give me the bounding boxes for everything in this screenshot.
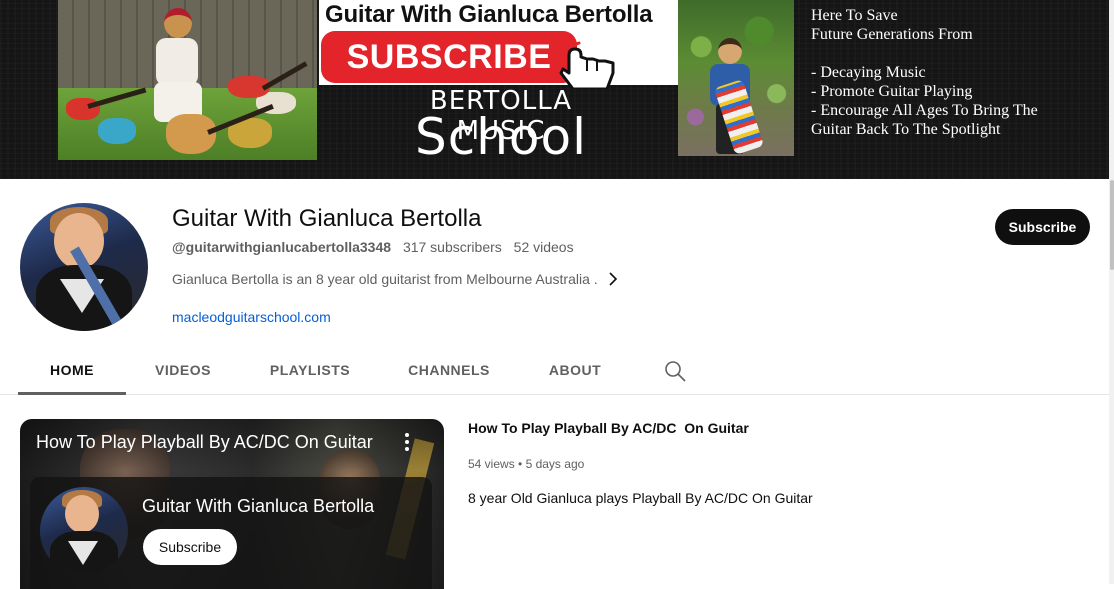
banner-line: Guitar Back To The Spotlight <box>811 121 1001 138</box>
banner-subscribe-panel: Guitar With Gianluca Bertolla SUBSCRIBE … <box>319 0 679 179</box>
tab-channels[interactable]: CHANNELS <box>400 348 498 395</box>
scrollbar-thumb[interactable] <box>1110 180 1114 270</box>
channel-tabs: HOME VIDEOS PLAYLISTS CHANNELS ABOUT <box>0 348 1109 395</box>
channel-title: Guitar With Gianluca Bertolla <box>172 205 482 232</box>
banner-mission-text: Here To Save Future Generations From - D… <box>811 6 1101 139</box>
channel-handle: @guitarwithgianlucabertolla3348 <box>172 239 392 255</box>
chevron-right-icon[interactable] <box>606 271 620 287</box>
endcard-channel-name[interactable]: Guitar With Gianluca Bertolla <box>142 495 374 517</box>
featured-video-stats: 54 views • 5 days ago <box>468 456 584 472</box>
page-scrollbar[interactable] <box>1109 0 1114 584</box>
banner-photo-boy <box>678 0 794 156</box>
featured-video-title[interactable]: How To Play Playball By AC/DC On Guitar <box>468 419 749 437</box>
player-video-title[interactable]: How To Play Playball By AC/DC On Guitar <box>36 431 373 453</box>
upload-age: 5 days ago <box>525 457 585 471</box>
banner-photo-guitars <box>58 0 317 160</box>
kid-figure <box>150 8 204 126</box>
endcard-subscribe-button[interactable]: Subscribe <box>143 529 237 565</box>
view-count: 54 views <box>468 457 515 471</box>
channel-meta: @guitarwithgianlucabertolla3348 317 subs… <box>172 238 574 256</box>
banner-line: Here To Save <box>811 7 898 24</box>
music-school-logo: BERTOLLA MUSIC School <box>391 86 611 174</box>
featured-video-player[interactable]: How To Play Playball By AC/DC On Guitar … <box>20 419 444 589</box>
banner-line: - Promote Guitar Playing <box>811 83 973 100</box>
channel-description[interactable]: Gianluca Bertolla is an 8 year old guita… <box>172 270 598 288</box>
endcard-avatar[interactable] <box>40 487 128 575</box>
banner-line: - Encourage All Ages To Bring The <box>811 102 1038 119</box>
channel-endcard: Guitar With Gianluca Bertolla Subscribe <box>30 477 432 589</box>
channel-link[interactable]: macleodguitarschool.com <box>172 308 331 326</box>
tab-playlists[interactable]: PLAYLISTS <box>262 348 358 395</box>
featured-video-description: 8 year Old Gianluca plays Playball By AC… <box>468 490 813 506</box>
pointer-hand-icon <box>553 33 615 89</box>
boy-figure <box>706 38 765 156</box>
banner-line: - Decaying Music <box>811 64 926 81</box>
tab-home[interactable]: HOME <box>18 348 126 395</box>
guitar-shape <box>98 118 136 144</box>
tab-about[interactable]: ABOUT <box>540 348 610 395</box>
video-count: 52 videos <box>513 239 574 255</box>
banner-channel-name: Guitar With Gianluca Bertolla <box>319 0 679 29</box>
search-icon[interactable] <box>664 360 686 382</box>
channel-avatar[interactable] <box>20 203 148 331</box>
school-logo-bottom: School <box>415 108 587 166</box>
more-vert-icon[interactable] <box>402 432 412 452</box>
subscriber-count: 317 subscribers <box>402 239 502 255</box>
dot-separator: • <box>518 457 526 471</box>
channel-banner: Guitar With Gianluca Bertolla SUBSCRIBE … <box>0 0 1109 179</box>
banner-line: Future Generations From <box>811 26 973 43</box>
banner-subscribe-graphic: SUBSCRIBE <box>319 29 679 89</box>
subscribe-button[interactable]: Subscribe <box>995 209 1090 245</box>
tab-videos[interactable]: VIDEOS <box>146 348 220 395</box>
